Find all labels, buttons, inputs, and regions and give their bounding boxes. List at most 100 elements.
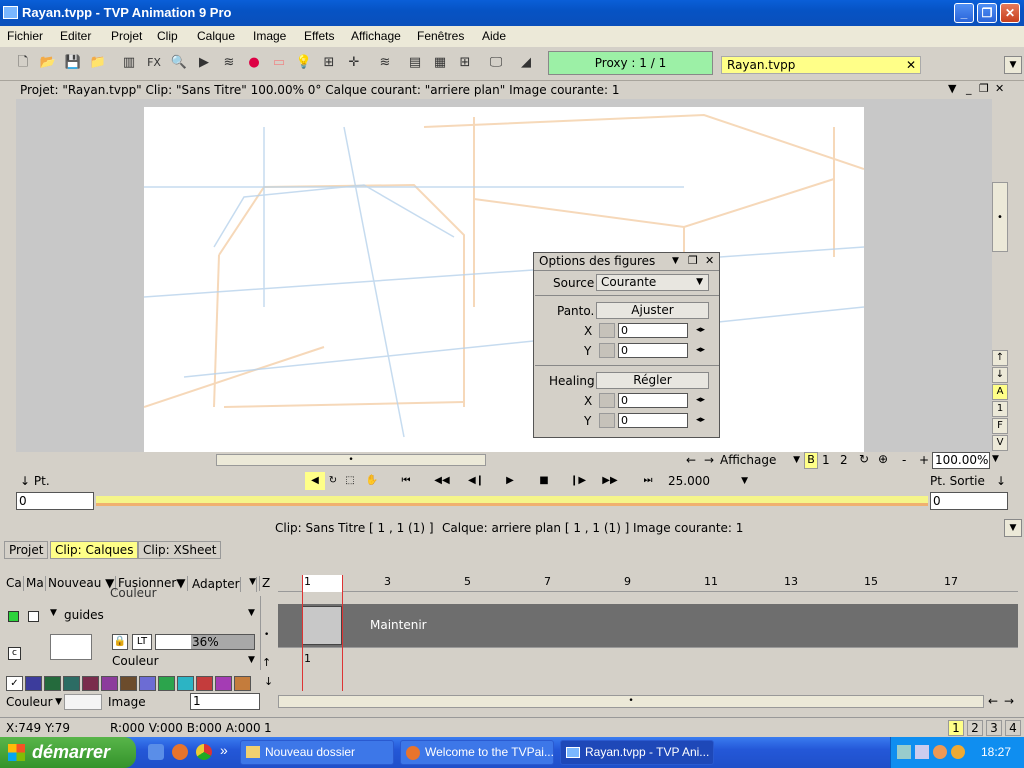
- chrome-icon[interactable]: [196, 744, 212, 760]
- panel-dropdown-icon[interactable]: ▼: [948, 82, 956, 95]
- layer-menu-chevron-down-icon[interactable]: ▼: [248, 608, 255, 618]
- layers-icon[interactable]: ≋: [218, 52, 240, 74]
- brush-settings-icon[interactable]: ▥: [118, 52, 140, 74]
- timeline-ruler[interactable]: 1 3 5 7 9 11 13 15 17: [278, 575, 1018, 592]
- col-ma[interactable]: Ma: [24, 576, 46, 591]
- frame-range-slider[interactable]: [96, 496, 928, 506]
- play-icon[interactable]: ▶: [500, 472, 520, 490]
- fps-select[interactable]: 25.000 ▼: [668, 472, 750, 490]
- refresh-icon[interactable]: ↻: [859, 452, 869, 466]
- nav-right-arrow-icon[interactable]: →: [704, 453, 714, 467]
- layer-thumbnail[interactable]: [50, 634, 92, 660]
- dialog-header[interactable]: Options des figures ▼ ❐ ✕: [534, 253, 719, 271]
- zoom-input[interactable]: 100.00%: [932, 452, 990, 469]
- healing-x-stepper-icon[interactable]: ◂▸: [696, 395, 705, 405]
- folder-icon[interactable]: 📁: [87, 52, 109, 74]
- stack-icon[interactable]: ≋: [374, 52, 396, 74]
- swatch-brown[interactable]: [120, 676, 137, 691]
- image-input[interactable]: 1: [190, 693, 260, 710]
- rail-up-button[interactable]: ↑: [992, 350, 1008, 366]
- color-preview[interactable]: [64, 694, 102, 710]
- swatch-blue[interactable]: [25, 676, 42, 691]
- maximize-button[interactable]: ❐: [977, 3, 997, 23]
- timeline-scrollbar[interactable]: •: [278, 695, 984, 708]
- menu-affichage[interactable]: Affichage: [351, 29, 401, 43]
- panto-x-input[interactable]: 0: [618, 323, 688, 338]
- source-select[interactable]: Courante ▼: [596, 274, 709, 291]
- swatch-lavender[interactable]: [139, 676, 156, 691]
- toolbar-dropdown[interactable]: ▼: [1004, 56, 1022, 74]
- quick-launch-more-icon[interactable]: »: [220, 742, 228, 758]
- panel-minimize-icon[interactable]: _: [966, 82, 972, 95]
- tray-app2-icon[interactable]: [951, 745, 965, 759]
- tab-clip-calques[interactable]: Clip: Calques: [50, 541, 139, 559]
- horizontal-scrollbar[interactable]: •: [216, 454, 486, 466]
- layer-scroll-up-icon[interactable]: ↑: [262, 656, 271, 669]
- rail-f-button[interactable]: F: [992, 418, 1008, 434]
- open-folder-icon[interactable]: 📂: [37, 52, 59, 74]
- panto-y-swatch[interactable]: [599, 343, 615, 358]
- timeline-left-arrow-icon[interactable]: ←: [988, 694, 998, 708]
- healing-y-stepper-icon[interactable]: ◂▸: [696, 415, 705, 425]
- in-point-button[interactable]: ↓ Pt. Entrée: [20, 472, 92, 506]
- start-frame-input[interactable]: 0: [16, 492, 94, 510]
- menu-fichier[interactable]: Fichier: [7, 29, 43, 43]
- panel-restore-icon[interactable]: ❐: [979, 82, 989, 95]
- grid3-icon[interactable]: ⊞: [454, 52, 476, 74]
- vertical-scroll-thumb[interactable]: •: [992, 182, 1008, 252]
- start-button[interactable]: démarrer: [0, 737, 136, 768]
- zoom-in-button[interactable]: +: [919, 453, 929, 467]
- ajuster-button[interactable]: Ajuster: [596, 302, 709, 319]
- menu-image[interactable]: Image: [253, 29, 286, 43]
- proxy-indicator[interactable]: Proxy : 1 / 1: [548, 51, 713, 75]
- color-wheel-icon[interactable]: ●: [243, 52, 265, 74]
- menu-aide[interactable]: Aide: [482, 29, 506, 43]
- layer-scroll-thumb[interactable]: •: [264, 630, 269, 640]
- volume-icon[interactable]: [915, 745, 929, 759]
- menu-clip[interactable]: Clip: [157, 29, 178, 43]
- prev-key-icon[interactable]: ◀◀: [432, 472, 452, 490]
- fx-icon[interactable]: FX: [143, 52, 165, 74]
- swatch-bright-green[interactable]: [158, 676, 175, 691]
- view-1-button[interactable]: 1: [822, 453, 830, 467]
- first-frame-icon[interactable]: ⏮: [396, 472, 416, 490]
- b-button[interactable]: B: [804, 452, 818, 469]
- swatch-icon[interactable]: ▭: [268, 52, 290, 74]
- layer-track[interactable]: Maintenir: [278, 604, 1018, 647]
- adapt-button[interactable]: Adapter ▼: [188, 576, 260, 592]
- swatch-cyan[interactable]: [177, 676, 194, 691]
- layer-mask-toggle[interactable]: [28, 611, 39, 622]
- swatch-teal[interactable]: [63, 676, 80, 691]
- prev-frame-icon[interactable]: ◀❙: [466, 472, 486, 490]
- gradient-icon[interactable]: ◢: [515, 52, 537, 74]
- rail-down-button[interactable]: ↓: [992, 367, 1008, 383]
- drawing-canvas[interactable]: [144, 107, 864, 452]
- next-key-icon[interactable]: ▶▶: [600, 472, 620, 490]
- menu-calque[interactable]: Calque: [197, 29, 235, 43]
- close-button[interactable]: ✕: [1000, 3, 1020, 23]
- zoom-out-button[interactable]: -: [902, 453, 906, 467]
- view-2-button[interactable]: 2: [840, 453, 848, 467]
- task-tvp-animation[interactable]: Rayan.tvpp - TVP Ani...: [560, 740, 714, 765]
- panto-y-input[interactable]: 0: [618, 343, 688, 358]
- panel-close-icon[interactable]: ✕: [995, 82, 1004, 95]
- healing-x-input[interactable]: 0: [618, 393, 688, 408]
- layer-name[interactable]: guides: [64, 608, 104, 622]
- dialog-restore-icon[interactable]: ❐: [688, 253, 698, 269]
- color-chevron-down-icon[interactable]: ▼: [248, 655, 255, 665]
- select-icon[interactable]: ⬚: [340, 472, 360, 490]
- new-file-icon[interactable]: 🗋: [12, 52, 34, 74]
- color-mode-select[interactable]: Couleur ▼: [6, 694, 62, 710]
- tab-projet[interactable]: Projet: [4, 541, 49, 559]
- next-frame-icon[interactable]: ❙▶: [568, 472, 588, 490]
- clipbar-dropdown-icon[interactable]: ▼: [1004, 519, 1022, 537]
- page-2-button[interactable]: 2: [967, 720, 983, 736]
- col-z[interactable]: Z: [260, 576, 276, 591]
- save-icon[interactable]: 💾: [62, 52, 84, 74]
- out-point-button[interactable]: Pt. Sortie ↓: [930, 472, 1008, 490]
- panto-y-stepper-icon[interactable]: ◂▸: [696, 345, 705, 355]
- menu-editer[interactable]: Editer: [60, 29, 91, 43]
- healing-y-input[interactable]: 0: [618, 413, 688, 428]
- menu-fenetres[interactable]: Fenêtres: [417, 29, 464, 43]
- swatch-check-icon[interactable]: ✓: [6, 676, 23, 691]
